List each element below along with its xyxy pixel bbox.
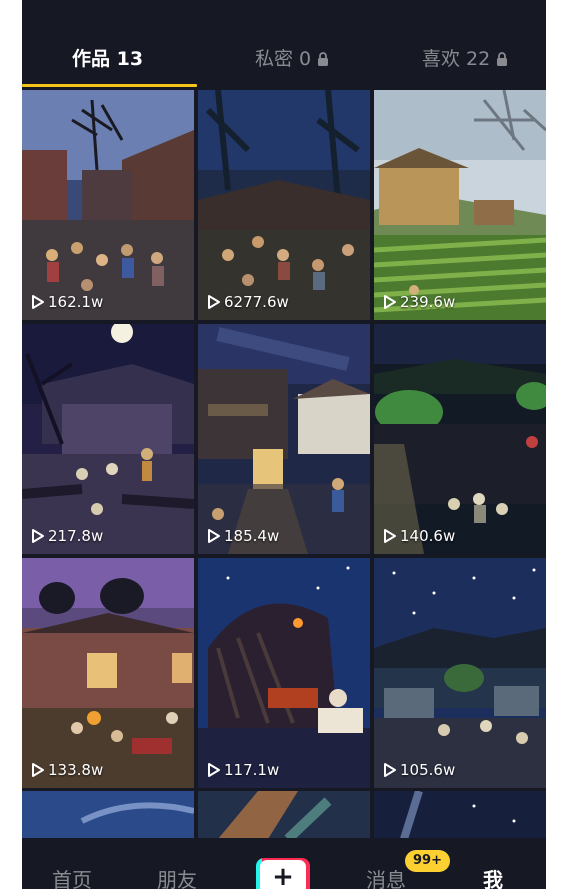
view-count-label: 217.8w bbox=[48, 527, 104, 545]
video-thumbnail[interactable]: 140.6w bbox=[374, 324, 546, 554]
video-thumbnail[interactable]: 133.8w bbox=[22, 558, 194, 788]
video-thumbnail-image bbox=[22, 324, 194, 554]
tab-private-label: 私密 0 bbox=[255, 48, 312, 70]
video-thumbnail[interactable]: 239.6w bbox=[374, 90, 546, 320]
video-thumbnail[interactable]: 6277.6w bbox=[198, 90, 370, 320]
plus-icon: + bbox=[260, 860, 306, 889]
video-thumbnail-image bbox=[198, 791, 370, 839]
video-thumbnail-image bbox=[22, 90, 194, 320]
tab-likes[interactable]: 喜欢 22 bbox=[422, 44, 508, 74]
video-thumbnail-image bbox=[374, 90, 546, 320]
view-count: 140.6w bbox=[383, 527, 455, 545]
messages-badge: 99+ bbox=[405, 850, 450, 872]
tab-likes-label: 喜欢 22 bbox=[422, 48, 491, 70]
play-icon bbox=[384, 295, 396, 309]
view-count-label: 105.6w bbox=[400, 761, 456, 779]
video-thumbnail[interactable]: 105.6w bbox=[374, 558, 546, 788]
view-count: 117.1w bbox=[207, 761, 279, 779]
video-thumbnail[interactable] bbox=[198, 791, 370, 839]
view-count-label: 6277.6w bbox=[224, 293, 289, 311]
view-count: 105.6w bbox=[383, 761, 455, 779]
play-icon bbox=[32, 529, 44, 543]
video-thumbnail-image bbox=[374, 324, 546, 554]
play-icon bbox=[208, 763, 220, 777]
active-tab-indicator bbox=[22, 84, 197, 87]
view-count: 133.8w bbox=[31, 761, 103, 779]
video-thumbnail[interactable] bbox=[22, 791, 194, 839]
play-icon bbox=[32, 295, 44, 309]
play-icon bbox=[208, 529, 220, 543]
view-count-label: 185.4w bbox=[224, 527, 280, 545]
video-thumbnail[interactable]: 162.1w bbox=[22, 90, 194, 320]
video-thumbnail[interactable] bbox=[374, 791, 546, 839]
nav-friends[interactable]: 朋友 bbox=[157, 864, 197, 889]
profile-screen: 作品 13 私密 0 喜欢 22 162.1w 6277.6w 239.6w 2… bbox=[22, 0, 546, 889]
video-thumbnail-image bbox=[374, 791, 546, 839]
video-thumbnail-image bbox=[198, 324, 370, 554]
view-count-label: 117.1w bbox=[224, 761, 280, 779]
view-count: 162.1w bbox=[31, 293, 103, 311]
view-count-label: 133.8w bbox=[48, 761, 104, 779]
play-icon bbox=[384, 529, 396, 543]
nav-me[interactable]: 我 bbox=[483, 864, 503, 889]
bottom-nav: 首页 朋友 + 消息 99+ 我 bbox=[22, 838, 546, 889]
video-thumbnail-image bbox=[198, 90, 370, 320]
tab-works-label: 作品 13 bbox=[72, 48, 144, 70]
view-count: 185.4w bbox=[207, 527, 279, 545]
video-thumbnail-image bbox=[198, 558, 370, 788]
play-icon bbox=[384, 763, 396, 777]
video-thumbnail[interactable]: 185.4w bbox=[198, 324, 370, 554]
view-count: 6277.6w bbox=[207, 293, 289, 311]
add-video-button[interactable]: + bbox=[256, 858, 310, 889]
play-icon bbox=[208, 295, 220, 309]
video-thumbnail-image bbox=[22, 791, 194, 839]
view-count-label: 162.1w bbox=[48, 293, 104, 311]
tab-private[interactable]: 私密 0 bbox=[255, 44, 329, 74]
view-count-label: 239.6w bbox=[400, 293, 456, 311]
play-icon bbox=[32, 763, 44, 777]
view-count: 239.6w bbox=[383, 293, 455, 311]
nav-home[interactable]: 首页 bbox=[52, 864, 92, 889]
tab-works[interactable]: 作品 13 bbox=[72, 44, 143, 74]
lock-icon bbox=[318, 52, 329, 66]
view-count: 217.8w bbox=[31, 527, 103, 545]
video-thumbnail[interactable]: 217.8w bbox=[22, 324, 194, 554]
view-count-label: 140.6w bbox=[400, 527, 456, 545]
nav-messages[interactable]: 消息 bbox=[366, 864, 406, 889]
video-thumbnail[interactable]: 117.1w bbox=[198, 558, 370, 788]
profile-tab-bar: 作品 13 私密 0 喜欢 22 bbox=[22, 0, 546, 88]
video-thumbnail-image bbox=[22, 558, 194, 788]
lock-icon bbox=[497, 52, 508, 66]
video-thumbnail-image bbox=[374, 558, 546, 788]
